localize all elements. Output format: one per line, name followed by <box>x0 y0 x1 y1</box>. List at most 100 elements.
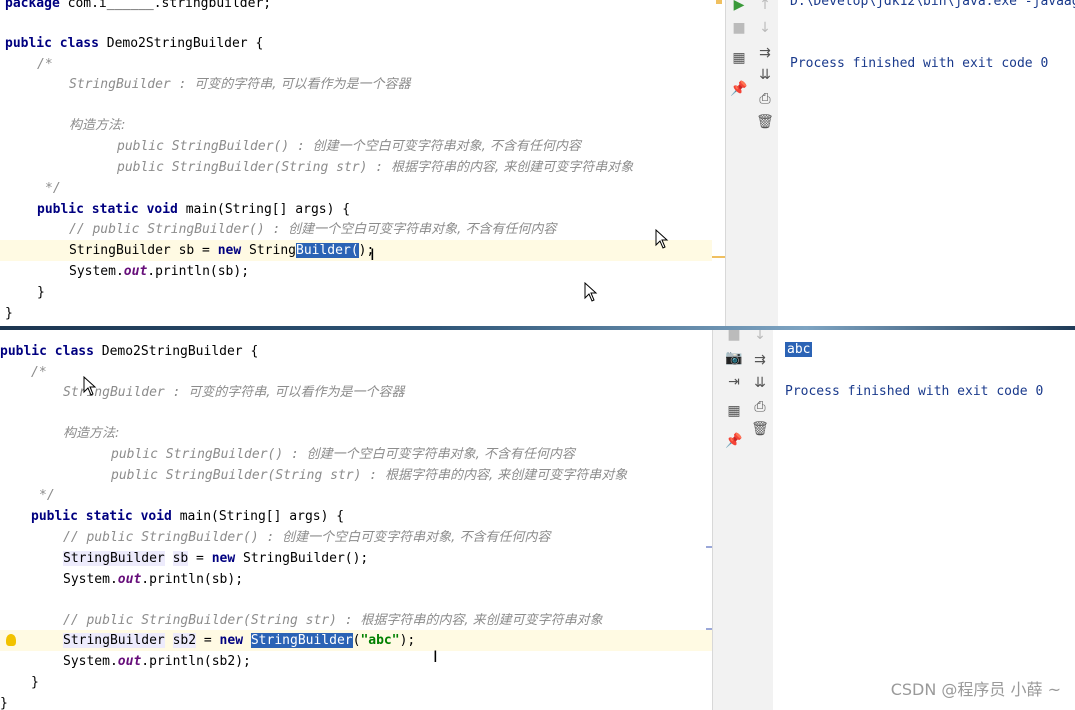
comment-cn: 可变的字符串, 可以看作为是一个容器 <box>194 77 411 92</box>
keyword: public class <box>5 36 99 51</box>
keyword: public class <box>0 344 94 359</box>
code-line-print1: System.out.println(sb); <box>63 569 243 590</box>
system-class: System. <box>63 572 118 587</box>
code-editor[interactable]: package com.i______.stringbuilder; publi… <box>0 0 726 326</box>
comment-line-4: public StringBuilder(String str) : 根据字符串… <box>111 465 627 486</box>
console-output: abc <box>785 342 813 357</box>
println-call: .println(sb); <box>147 264 250 279</box>
comment-cn: 根据字符串的内容, 来创建可变字符串对象 <box>360 613 603 628</box>
stop-icon[interactable]: ■ <box>730 19 748 37</box>
comment-cn: 创建一个空白可变字符串对象, 不含有任何内容 <box>312 139 581 154</box>
comment-close: */ <box>45 181 61 196</box>
code-line-print2: System.out.println(sb2); <box>63 651 251 672</box>
out-field: out <box>123 264 148 279</box>
scroll-end-icon[interactable]: ⇊ <box>751 374 769 392</box>
down-arrow-icon[interactable]: ↓ <box>756 19 774 37</box>
down-arrow-icon[interactable]: ↓ <box>751 330 769 344</box>
comment-en: // public StringBuilder() : <box>69 222 289 237</box>
pin-icon[interactable]: 📌 <box>725 432 743 450</box>
print-icon[interactable]: ⎙ <box>756 90 774 108</box>
keyword: package <box>5 0 60 11</box>
line-comment-1: // public StringBuilder() : 创建一个空白可变字符串对… <box>69 219 556 240</box>
selected-text[interactable]: StringBuilder <box>250 633 353 648</box>
main-signature: main(String[] args) { <box>177 202 351 217</box>
type-name: StringBuilder <box>63 551 165 566</box>
selected-text[interactable]: Builder( <box>296 243 359 258</box>
code-line-main: public static void main(String[] args) { <box>37 199 350 220</box>
bottom-ide-panel: public class Demo2StringBuilder { /* Str… <box>0 330 1075 710</box>
run-icon[interactable]: ▶ <box>730 0 748 14</box>
print-icon[interactable]: ⎙ <box>751 398 769 416</box>
run-toolbar: ▶ ■ ▦ 📌 ↑ ↓ ⇉ ⇊ ⎙ 🗑 <box>725 0 778 326</box>
code-editor[interactable]: public class Demo2StringBuilder { /* Str… <box>0 330 712 710</box>
variable-sb2: sb2 <box>172 633 197 648</box>
package-name: com.i______.stringbuilder; <box>59 0 272 11</box>
trash-icon[interactable]: 🗑 <box>751 420 769 438</box>
system-class: System. <box>69 264 124 279</box>
comment-en: // public StringBuilder(String str) : <box>63 613 361 628</box>
line-comment-1: // public StringBuilder() : 创建一个空白可变字符串对… <box>63 527 550 548</box>
type-name: StringBuilder <box>63 633 165 648</box>
soft-wrap-icon[interactable]: ⇉ <box>756 44 774 62</box>
code-line-print: System.out.println(sb); <box>69 261 249 282</box>
pin-icon[interactable]: 📌 <box>730 80 748 98</box>
run-console[interactable]: D:\Develop\jdk12\bin\java.exe -javaag Pr… <box>778 0 1075 326</box>
camera-icon[interactable]: 📷 <box>725 349 743 367</box>
watermark: CSDN @程序员 小薛 ~ <box>890 680 1061 699</box>
lightbulb-icon[interactable] <box>6 634 16 646</box>
comment-line-1: StringBuilder : 可变的字符串, 可以看作为是一个容器 <box>69 74 411 95</box>
operator: = <box>196 633 220 648</box>
scroll-marker <box>716 0 722 4</box>
brace-outer: } <box>5 306 13 321</box>
variable-sb: sb <box>178 243 195 258</box>
layout-icon[interactable]: ▦ <box>730 49 748 67</box>
run-console[interactable]: abc Process finished with exit code 0 <box>773 330 1075 710</box>
comment-en: public StringBuilder(String str) : <box>111 468 385 483</box>
console-selected-output[interactable]: abc <box>785 342 813 357</box>
comment-en: public StringBuilder(String str) : <box>117 160 391 175</box>
console-finished: Process finished with exit code 0 <box>790 56 1049 71</box>
paren-close: ); <box>399 633 416 648</box>
keyword: public static void <box>37 202 178 217</box>
code-line-sb: StringBuilder sb = new StringBuilder(); <box>63 548 368 569</box>
keyword-new: new <box>219 633 244 648</box>
console-finished: Process finished with exit code 0 <box>785 384 1044 399</box>
string-literal: "abc" <box>360 633 400 648</box>
comment-cn: 构造方法: <box>69 118 126 133</box>
comment-cn: 可变的字符串, 可以看作为是一个容器 <box>188 385 405 400</box>
soft-wrap-icon[interactable]: ⇉ <box>751 351 769 369</box>
comment-cn: 根据字符串的内容, 来创建可变字符串对象 <box>384 468 628 483</box>
out-field: out <box>117 572 142 587</box>
scroll-marker <box>712 256 726 258</box>
comment-cn: 创建一个空白可变字符串对象, 不含有任何内容 <box>288 222 557 237</box>
class-name: Demo2StringBuilder { <box>93 344 259 359</box>
trash-icon[interactable]: 🗑 <box>756 113 774 131</box>
code-line-class: public class Demo2StringBuilder { <box>5 33 263 54</box>
keyword-new: new <box>211 551 236 566</box>
code-line-sb2: StringBuilder sb2 = new StringBuilder("a… <box>63 630 415 651</box>
comment-line-1: StringBuilder : 可变的字符串, 可以看作为是一个容器 <box>63 382 405 403</box>
layout-icon[interactable]: ▦ <box>725 402 743 420</box>
top-ide-panel: package com.i______.stringbuilder; publi… <box>0 0 1075 326</box>
stop-icon[interactable]: ■ <box>725 330 743 344</box>
println-call: .println(sb); <box>141 572 244 587</box>
ctor-call: StringBuilder(); <box>235 551 369 566</box>
operator: = <box>188 551 212 566</box>
scroll-end-icon[interactable]: ⇊ <box>756 66 774 84</box>
comment-cn: 创建一个空白可变字符串对象, 不含有任何内容 <box>282 530 551 545</box>
comment-line-3: public StringBuilder() : 创建一个空白可变字符串对象, … <box>111 444 575 465</box>
login-icon[interactable]: ⇥ <box>725 373 743 391</box>
brace-inner: } <box>31 675 39 690</box>
comment-en: public StringBuilder() : <box>111 447 307 462</box>
comment-en: public StringBuilder() : <box>117 139 313 154</box>
ctor-start: String <box>241 243 296 258</box>
line-comment-2: // public StringBuilder(String str) : 根据… <box>63 610 603 631</box>
code-line-sb: StringBuilder sb = new StringBuilder(); <box>69 240 374 261</box>
mouse-pointer-icon <box>584 282 598 302</box>
code-line-package: package com.i______.stringbuilder; <box>5 0 271 14</box>
code-line-main: public static void main(String[] args) { <box>31 506 344 527</box>
console-command: D:\Develop\jdk12\bin\java.exe -javaag <box>790 0 1075 9</box>
up-arrow-icon[interactable]: ↑ <box>756 0 774 14</box>
comment-cn: 构造方法: <box>63 426 120 441</box>
println-call: .println(sb2); <box>141 654 251 669</box>
